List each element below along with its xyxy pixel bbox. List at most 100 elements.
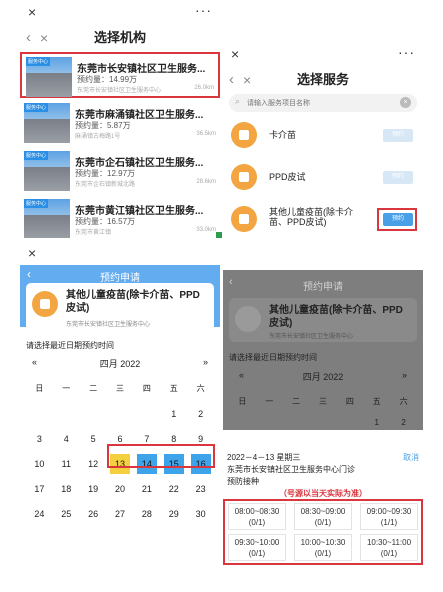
cancel-link[interactable]: 取消 bbox=[403, 452, 419, 463]
highlight-box bbox=[107, 444, 215, 468]
day-number: 19 bbox=[88, 484, 99, 494]
search-input[interactable] bbox=[247, 94, 397, 112]
day-number: 12 bbox=[88, 459, 99, 469]
slot-row: 08:00~08:30 (0/1) 08:30~09:00 (0/1) 09:00~09… bbox=[228, 503, 418, 530]
book-button[interactable]: 预约 bbox=[383, 129, 413, 142]
next-month-button[interactable]: » bbox=[203, 357, 208, 367]
slot-time: 10:00~10:30 bbox=[300, 538, 346, 547]
date-prompt: 请选择最近日期预约时间 bbox=[229, 353, 317, 362]
time-slot-button[interactable]: 09:00~09:30 (1/1) bbox=[360, 503, 418, 530]
time-slot-button[interactable]: 10:00~10:30 (0/1) bbox=[294, 534, 352, 561]
day-number bbox=[110, 404, 130, 424]
clinic-name: 东莞市长安镇社区卫生服务中心门诊 bbox=[227, 465, 355, 474]
day-number: 5 bbox=[90, 434, 96, 444]
close-icon[interactable]: × bbox=[231, 46, 239, 62]
calendar-day[interactable]: 1 bbox=[363, 418, 390, 427]
time-slot-list: 08:00~08:30 (0/1) 08:30~09:00 (0/1) 09:00~09… bbox=[223, 499, 423, 565]
slot-row: 09:30~10:00 (0/1) 10:00~10:30 (0/1) 10:30~11… bbox=[228, 534, 418, 561]
calendar-day[interactable]: 29 bbox=[160, 504, 187, 523]
book-button[interactable]: 预约 bbox=[383, 213, 413, 226]
service-title: 其他儿童疫苗(除卡介苗、PPD皮试) bbox=[269, 305, 403, 329]
service-name: 卡介苗 bbox=[269, 130, 297, 140]
time-slot-button[interactable]: 09:30~10:00 (0/1) bbox=[228, 534, 286, 561]
calendar-day bbox=[53, 404, 80, 429]
close-icon[interactable]: × bbox=[40, 26, 48, 50]
close-icon[interactable]: × bbox=[28, 245, 36, 261]
service-item-other-vaccines[interactable]: 其他儿童疫苗(除卡介苗、PPD皮试) 预约 bbox=[223, 200, 423, 232]
month-label: 四月 2022 bbox=[302, 372, 344, 382]
institution-distance: 33.0km bbox=[196, 227, 216, 233]
close-icon[interactable]: × bbox=[243, 68, 251, 92]
calendar-day[interactable]: 3 bbox=[26, 429, 53, 454]
calendar-day[interactable]: 25 bbox=[53, 504, 80, 523]
top-bar: × ··· bbox=[223, 42, 423, 68]
search-icon: ⌕ bbox=[235, 96, 241, 106]
time-slot-button[interactable]: 08:30~09:00 (0/1) bbox=[294, 503, 352, 530]
institution-item[interactable]: 服务中心 东莞市企石镇社区卫生服务... 预约量：12.97万 东莞市企石镇新城北路 2… bbox=[20, 148, 220, 194]
calendar-day[interactable]: 26 bbox=[80, 504, 107, 523]
service-name: PPD皮试 bbox=[269, 172, 306, 182]
page-title: 预约申请 bbox=[303, 282, 343, 293]
slot-time: 09:30~10:00 bbox=[234, 538, 280, 547]
weekday-label: 五 bbox=[169, 384, 178, 393]
calendar-day[interactable]: 23 bbox=[187, 479, 214, 504]
calendar-day[interactable]: 18 bbox=[53, 479, 80, 504]
back-icon[interactable]: ‹ bbox=[229, 68, 234, 92]
calendar-day[interactable]: 2 bbox=[187, 404, 214, 429]
calendar-day bbox=[283, 418, 310, 427]
weekday-label: 六 bbox=[399, 397, 408, 406]
institution-address: 东莞市黄江镇 bbox=[75, 230, 112, 236]
close-icon[interactable]: × bbox=[28, 4, 36, 20]
weekday-label: 四 bbox=[142, 384, 151, 393]
calendar-day[interactable]: 5 bbox=[80, 429, 107, 454]
calendar-day bbox=[310, 418, 337, 427]
day-number: 11 bbox=[61, 459, 71, 469]
calendar-day[interactable]: 11 bbox=[53, 454, 80, 479]
calendar-day[interactable]: 27 bbox=[107, 504, 134, 523]
next-month-button[interactable]: » bbox=[402, 370, 407, 380]
calendar-day[interactable]: 10 bbox=[26, 454, 53, 479]
slot-count: (0/1) bbox=[248, 518, 266, 527]
calendar-day[interactable]: 1 bbox=[160, 404, 187, 429]
title-bar: ‹ × 选择机构 bbox=[20, 26, 220, 50]
week-row: 24 25 26 27 28 29 30 bbox=[26, 504, 214, 523]
weekday-label: 一 bbox=[265, 397, 274, 406]
institution-item[interactable]: 服务中心 东莞市麻涌镇社区卫生服务... 预约量：5.87万 麻涌镇古梅路1号 36.5… bbox=[20, 100, 220, 146]
more-icon[interactable]: ··· bbox=[195, 2, 212, 18]
clear-icon[interactable]: × bbox=[400, 97, 411, 108]
calendar-day[interactable]: 21 bbox=[133, 479, 160, 504]
calendar-day[interactable]: 2 bbox=[390, 418, 417, 427]
calendar-day bbox=[107, 404, 134, 429]
calendar-day[interactable]: 19 bbox=[80, 479, 107, 504]
month-nav: « 四月 2022 » bbox=[26, 357, 214, 373]
institution-booked: 预约量：16.57万 bbox=[75, 217, 136, 226]
week-row: 12 bbox=[229, 418, 417, 427]
institution-item[interactable]: 服务中心 东莞市黄江镇社区卫生服务... 预约量：16.57万 东莞市黄江镇 33.0k… bbox=[20, 196, 220, 238]
more-icon[interactable]: ··· bbox=[398, 44, 415, 60]
calendar-day[interactable]: 17 bbox=[26, 479, 53, 504]
day-number: 30 bbox=[195, 509, 206, 519]
institution-photo: 服务中心 bbox=[24, 151, 70, 191]
service-item-ppd[interactable]: PPD皮试 预约 bbox=[223, 158, 423, 196]
search-bar[interactable]: ⌕ × bbox=[229, 94, 417, 112]
calendar-day[interactable]: 28 bbox=[133, 504, 160, 523]
calendar-day[interactable]: 12 bbox=[80, 454, 107, 479]
weekday-row: 日一二三四五六 bbox=[229, 396, 417, 407]
time-slot-button[interactable]: 08:00~08:30 (0/1) bbox=[228, 503, 286, 530]
calendar-day[interactable]: 4 bbox=[53, 429, 80, 454]
institution-item[interactable]: 服务中心 东莞市长安镇社区卫生服务... 预约量：14.99万 东莞市长安镇社区卫生服… bbox=[20, 52, 220, 98]
month-label: 四月 2022 bbox=[99, 359, 141, 369]
day-number: 21 bbox=[141, 484, 152, 494]
service-item-bcg[interactable]: 卡介苗 预约 bbox=[223, 116, 423, 154]
calendar-day[interactable]: 20 bbox=[107, 479, 134, 504]
weekday-label: 二 bbox=[292, 397, 301, 406]
calendar-day[interactable]: 24 bbox=[26, 504, 53, 523]
back-icon[interactable]: ‹ bbox=[26, 26, 31, 50]
time-slot-button[interactable]: 10:30~11:00 (0/1) bbox=[360, 534, 418, 561]
service-address: 东莞市长安镇社区卫生服务中心 bbox=[66, 322, 151, 328]
slot-time: 09:00~09:30 bbox=[366, 507, 412, 516]
calendar-day[interactable]: 30 bbox=[187, 504, 214, 523]
book-button[interactable]: 预约 bbox=[383, 171, 413, 184]
day-number: 18 bbox=[61, 484, 72, 494]
calendar-day[interactable]: 22 bbox=[160, 479, 187, 504]
